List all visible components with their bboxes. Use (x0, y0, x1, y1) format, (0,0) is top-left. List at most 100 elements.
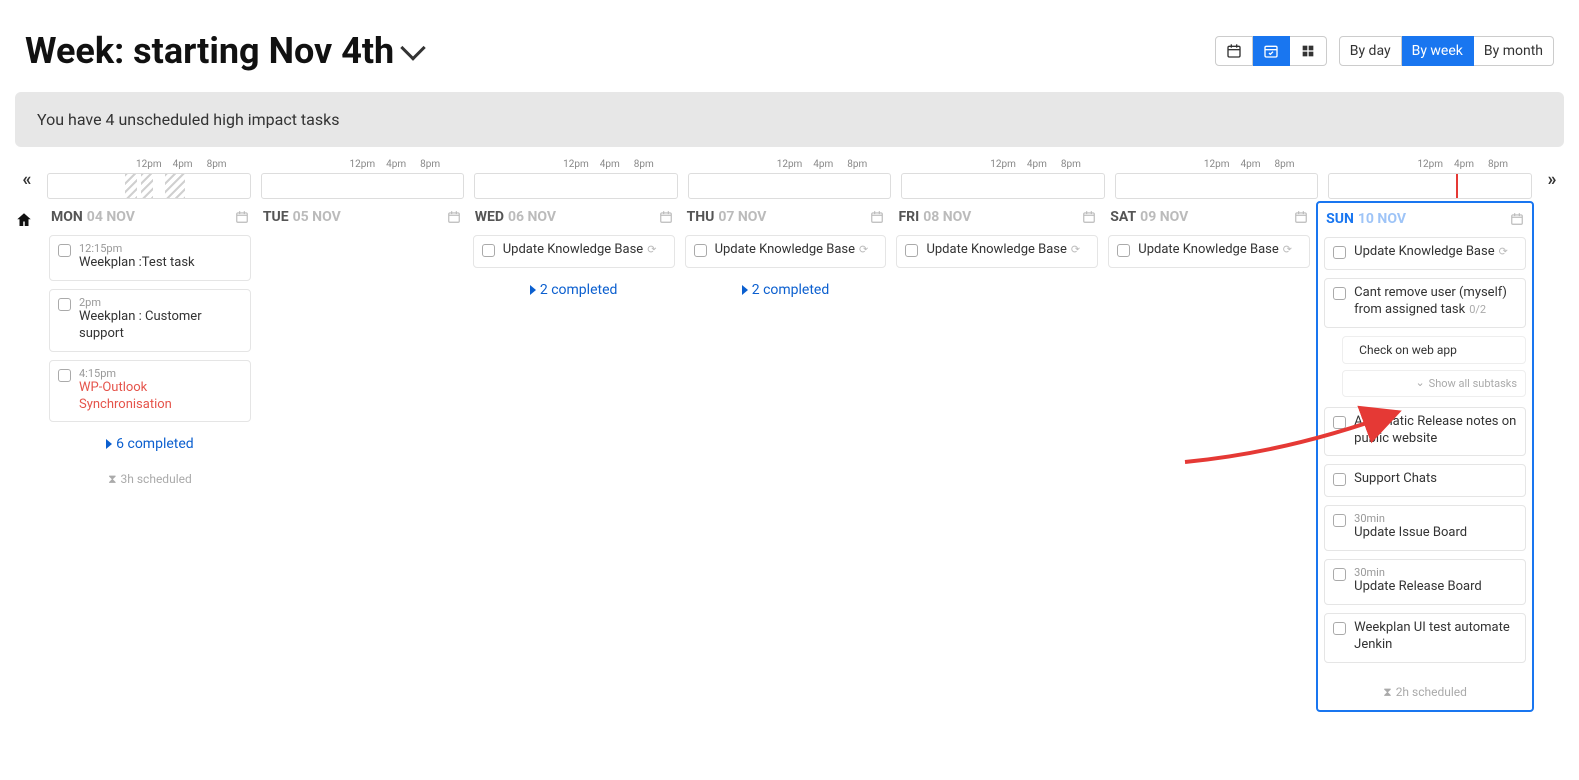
recurring-icon: ⟳ (1499, 245, 1508, 258)
timeline-tick: 8pm (1061, 159, 1081, 170)
task-checkbox[interactable] (1333, 514, 1346, 527)
day-calendar-icon[interactable] (235, 210, 249, 224)
subtask-item[interactable]: Check on web app (1342, 336, 1526, 364)
day-header: FRI08 NOV (896, 207, 1098, 235)
title-dropdown-chevron-icon[interactable] (400, 35, 425, 60)
timeline-tick: 8pm (207, 159, 227, 170)
day-header: SUN10 NOV (1324, 209, 1526, 237)
task-card[interactable]: Update Knowledge Base⟳ (473, 235, 675, 268)
task-checkbox[interactable] (1333, 416, 1346, 429)
timeline-tick: 4pm (1240, 159, 1260, 170)
day-label: SAT09 NOV (1110, 209, 1188, 225)
task-checkbox[interactable] (1333, 622, 1346, 635)
completed-toggle[interactable]: 2 completed (685, 276, 887, 304)
day-calendar-icon[interactable] (447, 210, 461, 224)
timeline-day[interactable]: 12pm4pm8pm (261, 159, 465, 199)
next-week-button[interactable]: » (1540, 169, 1564, 190)
task-card[interactable]: Update Knowledge Base⟳ (896, 235, 1098, 268)
task-card[interactable]: Automatic Release notes on public websit… (1324, 407, 1526, 457)
task-checkbox[interactable] (1333, 473, 1346, 486)
by-day-button[interactable]: By day (1339, 36, 1402, 66)
by-week-button[interactable]: By week (1402, 36, 1474, 66)
task-card[interactable]: 30minUpdate Release Board (1324, 559, 1526, 605)
timeline-day[interactable]: 12pm4pm8pm (688, 159, 892, 199)
completed-toggle[interactable]: 6 completed (49, 430, 251, 458)
task-checkbox[interactable] (58, 298, 71, 311)
day-header: THU07 NOV (685, 207, 887, 235)
day-column: SAT09 NOV Update Knowledge Base⟳ (1108, 207, 1310, 284)
day-header: MON04 NOV (49, 207, 251, 235)
timeline-day[interactable]: 12pm4pm8pm (1328, 159, 1532, 199)
timeline-tick: 12pm (990, 159, 1016, 170)
day-calendar-icon[interactable] (1510, 212, 1524, 226)
planner-view-button[interactable] (1253, 36, 1290, 66)
day-label: SUN10 NOV (1326, 211, 1406, 227)
task-checkbox[interactable] (1333, 568, 1346, 581)
task-card[interactable]: Update Knowledge Base⟳ (1324, 237, 1526, 270)
calendar-view-button[interactable] (1215, 36, 1253, 66)
task-checkbox[interactable] (482, 244, 495, 257)
timeline-day[interactable]: 12pm 4pm 8pm (901, 159, 1105, 199)
timeline-tick: 12pm (1417, 159, 1443, 170)
day-calendar-icon[interactable] (659, 210, 673, 224)
scheduled-footer: ⧗2h scheduled (1324, 671, 1526, 700)
day-calendar-icon[interactable] (1082, 210, 1096, 224)
show-all-subtasks-button[interactable]: ⌄Show all subtasks (1342, 370, 1526, 397)
day-column: TUE05 NOV (261, 207, 463, 243)
task-checkbox[interactable] (1333, 287, 1346, 300)
task-time: 2pm (79, 296, 242, 309)
timeline-tick: 12pm (563, 159, 589, 170)
task-title: WP-Outlook Synchronisation (79, 380, 242, 414)
task-card[interactable]: 4:15pmWP-Outlook Synchronisation (49, 360, 251, 423)
timeline-tick: 12pm (350, 159, 376, 170)
hourglass-icon: ⧗ (108, 472, 116, 486)
page-title: Week: starting Nov 4th (25, 30, 394, 72)
task-checkbox[interactable] (1333, 246, 1346, 259)
task-checkbox[interactable] (694, 244, 707, 257)
task-card[interactable]: Support Chats (1324, 464, 1526, 497)
timeline-tick: 8pm (847, 159, 867, 170)
day-label: TUE05 NOV (263, 209, 341, 225)
task-checkbox[interactable] (905, 244, 918, 257)
timeline-day[interactable]: 12pm4pm8pm (1115, 159, 1319, 199)
prev-week-button[interactable]: « (15, 169, 39, 190)
timeline-day[interactable]: 12pm4pm8pm (474, 159, 678, 199)
task-time: 12:15pm (79, 242, 242, 255)
day-calendar-icon[interactable] (1294, 210, 1308, 224)
task-card[interactable]: Update Knowledge Base⟳ (685, 235, 887, 268)
timeline-tick: 4pm (600, 159, 620, 170)
day-label: WED06 NOV (475, 209, 556, 225)
task-title: Weekplan :Test task (79, 255, 242, 272)
task-card[interactable]: Update Knowledge Base⟳ (1108, 235, 1310, 268)
timeline-tick: 4pm (1027, 159, 1047, 170)
task-title: Update Knowledge Base⟳ (503, 242, 666, 259)
task-title: Update Knowledge Base⟳ (1138, 242, 1301, 259)
task-title: Update Knowledge Base⟳ (715, 242, 878, 259)
day-column: SUN10 NOV Update Knowledge Base⟳ Cant remo… (1316, 201, 1534, 712)
recurring-icon: ⟳ (1283, 243, 1292, 256)
day-column: WED06 NOV Update Knowledge Base⟳ 2 complet… (473, 207, 675, 312)
task-card[interactable]: Weekplan UI test automate Jenkin (1324, 613, 1526, 663)
task-card[interactable]: Cant remove user (myself) from assigned … (1324, 278, 1526, 328)
task-checkbox[interactable] (1117, 244, 1130, 257)
by-month-button[interactable]: By month (1474, 36, 1554, 66)
task-card[interactable]: 2pmWeekplan : Customer support (49, 289, 251, 352)
completed-toggle[interactable]: 2 completed (473, 276, 675, 304)
task-checkbox[interactable] (58, 244, 71, 257)
task-card[interactable]: 12:15pmWeekplan :Test task (49, 235, 251, 281)
range-switch: By day By week By month (1339, 36, 1554, 66)
day-calendar-icon[interactable] (870, 210, 884, 224)
day-column: THU07 NOV Update Knowledge Base⟳ 2 complet… (685, 207, 887, 312)
recurring-icon: ⟳ (859, 243, 868, 256)
home-button[interactable] (15, 207, 39, 229)
recurring-icon: ⟳ (647, 243, 656, 256)
hourglass-icon: ⧗ (1383, 685, 1391, 699)
task-checkbox[interactable] (58, 369, 71, 382)
unscheduled-banner[interactable]: You have 4 unscheduled high impact tasks (15, 92, 1564, 147)
task-card[interactable]: 30minUpdate Issue Board (1324, 505, 1526, 551)
grid-view-button[interactable] (1290, 36, 1327, 66)
task-progress: 0/2 (1469, 303, 1486, 316)
task-time: 30min (1354, 512, 1517, 525)
timeline-day[interactable]: 12pm4pm8pm (47, 159, 251, 199)
task-title: Weekplan UI test automate Jenkin (1354, 620, 1517, 654)
